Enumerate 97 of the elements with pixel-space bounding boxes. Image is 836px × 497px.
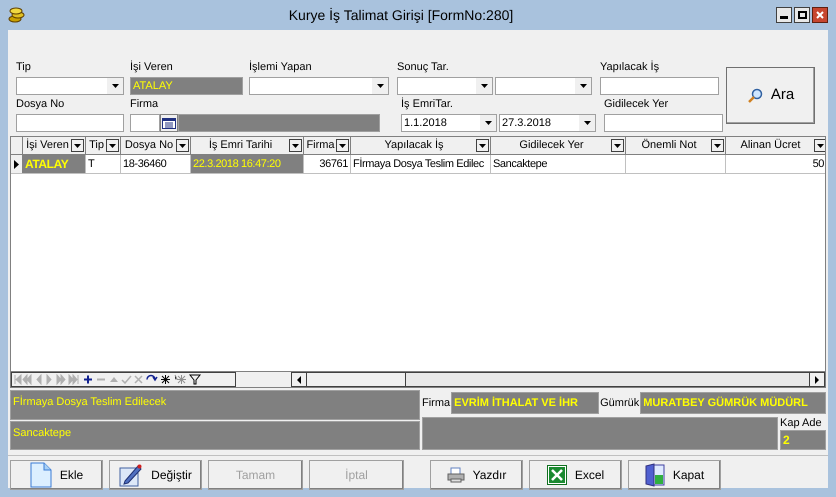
caret-icon (339, 144, 346, 148)
toolbar-button[interactable]: Excel (529, 460, 622, 490)
toolbar-button[interactable]: Yazdır (430, 460, 523, 490)
table-cell: T (86, 155, 121, 173)
scroll-thumb[interactable] (307, 373, 406, 386)
column-header[interactable]: Dosya No (121, 137, 191, 154)
caret-icon (74, 144, 81, 148)
minimize-button[interactable] (776, 7, 792, 23)
detail-field: MURATBEY GÜMRÜK MÜDÜRL (640, 392, 826, 414)
filter-dropdown[interactable] (289, 139, 302, 152)
column-header[interactable]: Firma (304, 137, 351, 154)
filter-dropdown[interactable] (71, 139, 84, 152)
toolbar-button[interactable]: Kapat (628, 460, 721, 490)
detail-field: 2 (780, 430, 826, 450)
dropdown-button[interactable] (480, 115, 496, 131)
scroll-right-button[interactable] (809, 373, 824, 386)
input-field[interactable] (16, 114, 124, 132)
row-pointer-icon (14, 160, 19, 168)
caret-icon (179, 144, 186, 148)
toolbar-button[interactable]: Değiştir (109, 460, 202, 490)
left-arrow-icon (297, 376, 301, 384)
combo-box[interactable]: 1.1.2018 (401, 114, 497, 132)
dropdown-button[interactable] (476, 78, 492, 94)
field-label: Sonuç Tar. (397, 61, 450, 74)
caret-icon (614, 144, 621, 148)
table-cell: 36761 (304, 155, 351, 173)
caret-icon (479, 144, 486, 148)
door-icon (644, 463, 665, 487)
caret-icon (112, 84, 118, 88)
caret-icon (480, 84, 488, 88)
filter-dropdown[interactable] (106, 139, 119, 152)
table-cell: Fİrmaya Dosya Teslim Edilec (351, 155, 491, 173)
horizontal-scrollbar[interactable] (291, 372, 825, 387)
detail-field: EVRİM İTHALAT VE İHR (451, 392, 600, 414)
filter-dropdown[interactable] (814, 139, 825, 152)
document-icon (30, 462, 52, 488)
search-button[interactable]: Ara (726, 67, 815, 124)
filter-dropdown[interactable] (611, 139, 624, 152)
filter-dropdown[interactable] (176, 139, 189, 152)
field-label: Firma (130, 98, 160, 111)
scroll-left-button[interactable] (292, 373, 307, 386)
dropdown-button[interactable] (372, 78, 388, 94)
column-header[interactable]: Önemli Not (626, 137, 726, 154)
coins-icon (8, 7, 26, 23)
dropdown-button[interactable] (579, 115, 595, 131)
dropdown-button[interactable] (575, 78, 591, 94)
table-cell: 22.3.2018 16:47:20 (191, 155, 304, 173)
field-label: Gidilecek Yer (604, 98, 670, 111)
caret-icon (584, 121, 590, 125)
printer-icon (446, 467, 465, 483)
maximize-button[interactable] (794, 7, 810, 23)
filter-dropdown[interactable] (336, 139, 349, 152)
input-field[interactable] (600, 77, 719, 95)
caret-icon (484, 121, 492, 125)
detail-field: Sancaktepe (10, 420, 420, 450)
calendar-button[interactable] (160, 114, 178, 132)
field-label: Tip (16, 61, 32, 74)
combo-box[interactable]: 27.3.2018 (499, 114, 596, 132)
toolbar-button[interactable]: Ekle (10, 460, 103, 490)
table-cell: Sancaktepe (491, 155, 626, 173)
field-label: Firma (422, 396, 450, 411)
field-label: Yapılacak İş (600, 61, 660, 74)
column-header[interactable]: Tip (86, 137, 121, 154)
spreadsheet-icon (546, 465, 567, 485)
input-field[interactable]: ATALAY (130, 77, 243, 95)
calendar-icon (162, 118, 176, 128)
field-label: Gümrük (600, 396, 640, 411)
field-label: İşi Veren (130, 61, 174, 74)
table-cell: ATALAY (23, 155, 86, 173)
caret-icon (109, 144, 116, 148)
table-cell: 50 (726, 155, 825, 173)
field-label: Kap Ade (780, 417, 823, 430)
field-label: Dosya No (16, 98, 66, 111)
field-label: İşlemi Yapan (249, 61, 313, 74)
column-header[interactable]: İş Emri Tarihi (191, 137, 304, 154)
search-icon (746, 88, 763, 104)
detail-field: Fİrmaya Dosya Teslim Edilecek (10, 390, 420, 420)
caret-icon (714, 144, 721, 148)
caret-icon (817, 144, 824, 148)
input-field[interactable] (604, 114, 723, 132)
caret-icon (376, 84, 384, 88)
column-header[interactable]: Gidilecek Yer (491, 137, 626, 154)
window-title: Kurye İş Talimat Girişi [FormNo:280] (288, 6, 514, 25)
right-arrow-icon (815, 376, 819, 384)
caret-icon (580, 84, 586, 88)
column-header[interactable]: İşi Veren (23, 137, 86, 154)
filter-dropdown[interactable] (476, 139, 489, 152)
pencil-icon (119, 463, 144, 487)
filter-dropdown[interactable] (711, 139, 724, 152)
dropdown-button[interactable] (107, 78, 123, 94)
column-header[interactable]: Yapılacak İş (351, 137, 491, 154)
caret-icon (292, 144, 299, 148)
field-label: İş EmriTar. (401, 98, 454, 111)
close-button[interactable] (812, 7, 828, 23)
column-header[interactable]: Alinan Ücret (726, 137, 825, 154)
input-field[interactable] (130, 114, 160, 132)
close-icon (816, 11, 824, 19)
